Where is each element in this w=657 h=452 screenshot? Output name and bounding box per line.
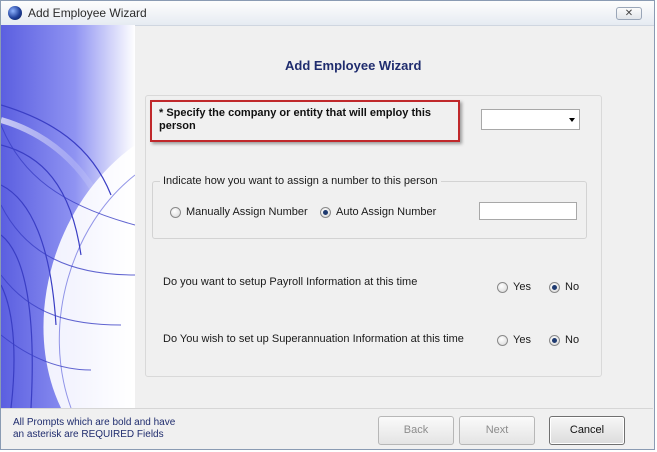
super-question: Do You wish to set up Superannuation Inf… bbox=[163, 333, 464, 345]
cancel-button[interactable]: Cancel bbox=[549, 416, 625, 445]
payroll-no-label[interactable]: No bbox=[565, 281, 579, 293]
footer-divider bbox=[1, 408, 653, 409]
payroll-question: Do you want to setup Payroll Information… bbox=[163, 276, 418, 288]
manual-number-radio[interactable] bbox=[170, 207, 181, 218]
title-bar: Add Employee Wizard ✕ bbox=[1, 1, 654, 26]
close-button[interactable]: ✕ bbox=[616, 7, 642, 20]
auto-number-radio[interactable] bbox=[320, 207, 331, 218]
auto-number-label[interactable]: Auto Assign Number bbox=[336, 206, 436, 218]
numbering-legend: Indicate how you want to assign a number… bbox=[160, 175, 441, 187]
company-dropdown[interactable] bbox=[481, 109, 580, 130]
next-button[interactable]: Next bbox=[459, 416, 535, 445]
super-yes-label[interactable]: Yes bbox=[513, 334, 531, 346]
back-button[interactable]: Back bbox=[378, 416, 454, 445]
window-title: Add Employee Wizard bbox=[28, 6, 147, 20]
manual-number-label[interactable]: Manually Assign Number bbox=[186, 206, 308, 218]
super-yes-radio[interactable] bbox=[497, 335, 508, 346]
app-icon bbox=[8, 6, 22, 20]
chevron-down-icon bbox=[569, 118, 575, 122]
payroll-yes-radio[interactable] bbox=[497, 282, 508, 293]
required-fields-note: All Prompts which are bold and have an a… bbox=[13, 417, 175, 441]
required-note-line2: an asterisk are REQUIRED Fields bbox=[13, 429, 164, 440]
super-no-radio[interactable] bbox=[549, 335, 560, 346]
wizard-heading: Add Employee Wizard bbox=[285, 58, 422, 73]
payroll-yes-label[interactable]: Yes bbox=[513, 281, 531, 293]
company-prompt: * Specify the company or entity that wil… bbox=[150, 100, 460, 142]
super-no-label[interactable]: No bbox=[565, 334, 579, 346]
required-note-line1: All Prompts which are bold and have bbox=[13, 417, 176, 428]
payroll-no-radio[interactable] bbox=[549, 282, 560, 293]
wizard-side-graphic bbox=[1, 25, 135, 408]
employee-number-input[interactable] bbox=[479, 202, 577, 220]
